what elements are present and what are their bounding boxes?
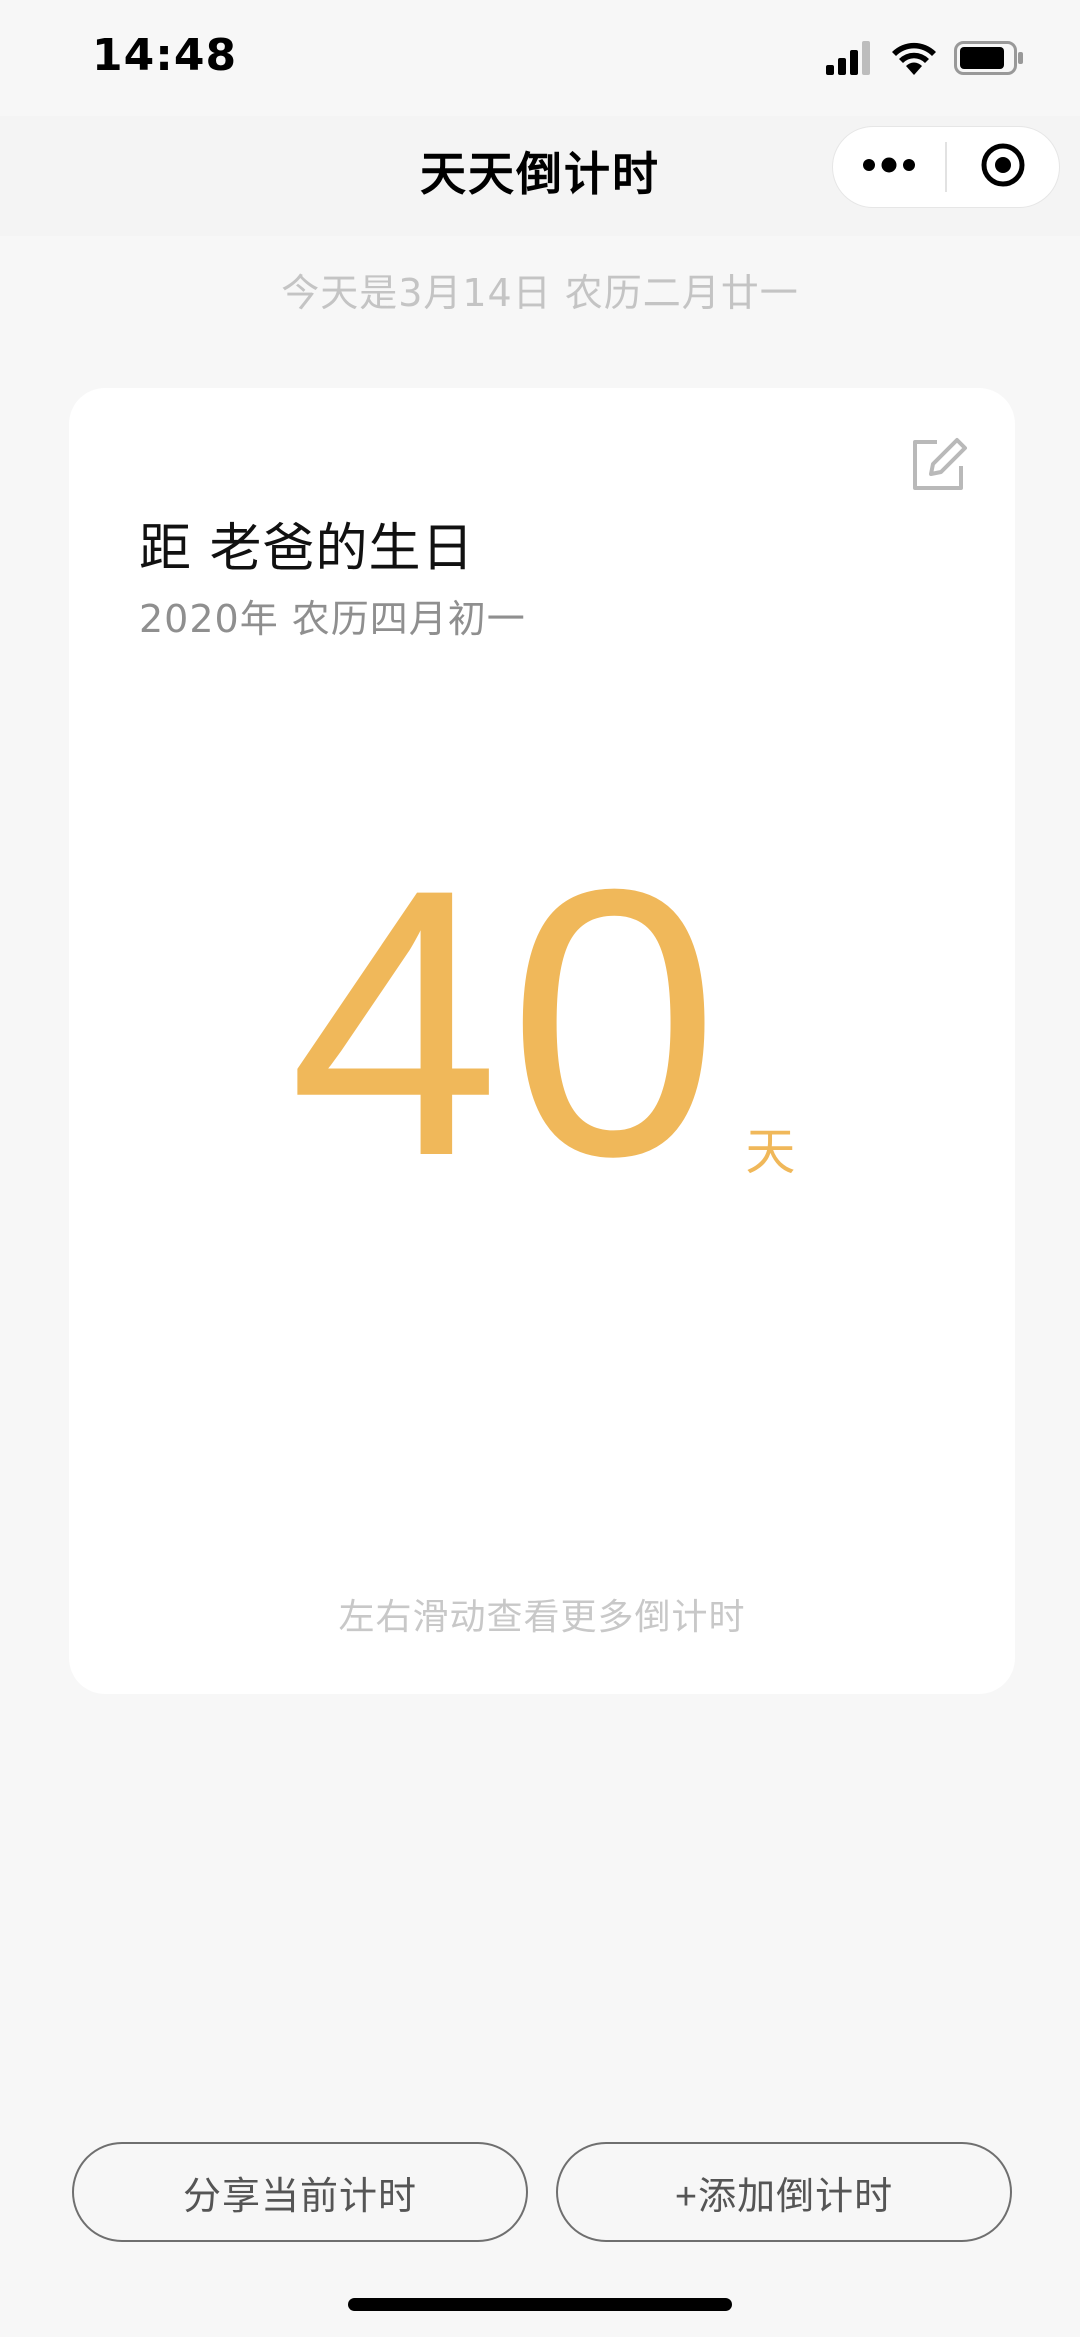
countdown-unit: 天 bbox=[745, 1123, 796, 1181]
status-time: 14:48 bbox=[92, 30, 238, 81]
add-countdown-button[interactable]: +添加倒计时 bbox=[556, 2142, 1012, 2242]
nav-bar: 天天倒计时 bbox=[0, 116, 1080, 236]
today-date-text: 今天是3月14日 农历二月廿一 bbox=[281, 271, 799, 315]
app-screen: 14:48 天天倒计时 今天是3月14日 农历二月廿一 距 老爸的生日 2020… bbox=[0, 0, 1080, 2337]
close-mini-program-button[interactable] bbox=[947, 126, 1059, 208]
target-circle-icon bbox=[979, 141, 1027, 193]
more-button[interactable] bbox=[833, 126, 945, 208]
bottom-actions: 分享当前计时 +添加倒计时 bbox=[72, 2142, 1012, 2242]
countdown-number: 40 bbox=[288, 810, 728, 1235]
signal-icon bbox=[826, 41, 874, 79]
mini-program-capsule bbox=[832, 126, 1060, 208]
swipe-hint: 左右滑动查看更多倒计时 bbox=[338, 1597, 746, 1638]
countdown-card[interactable]: 距 老爸的生日 2020年 农历四月初一 40 天 左右滑动查看更多倒计时 bbox=[69, 388, 1015, 1694]
countdown-title: 距 老爸的生日 bbox=[139, 519, 475, 579]
countdown-date: 2020年 农历四月初一 bbox=[139, 597, 526, 641]
status-icons bbox=[826, 40, 1024, 80]
wifi-icon bbox=[892, 41, 936, 79]
battery-icon bbox=[954, 41, 1024, 79]
countdown-display: 40 天 bbox=[69, 810, 1015, 1235]
edit-icon bbox=[907, 438, 971, 500]
home-indicator bbox=[348, 2298, 732, 2311]
more-dots-icon bbox=[862, 157, 916, 177]
share-button[interactable]: 分享当前计时 bbox=[72, 2142, 528, 2242]
edit-button[interactable] bbox=[907, 432, 971, 496]
status-bar: 14:48 bbox=[0, 0, 1080, 116]
